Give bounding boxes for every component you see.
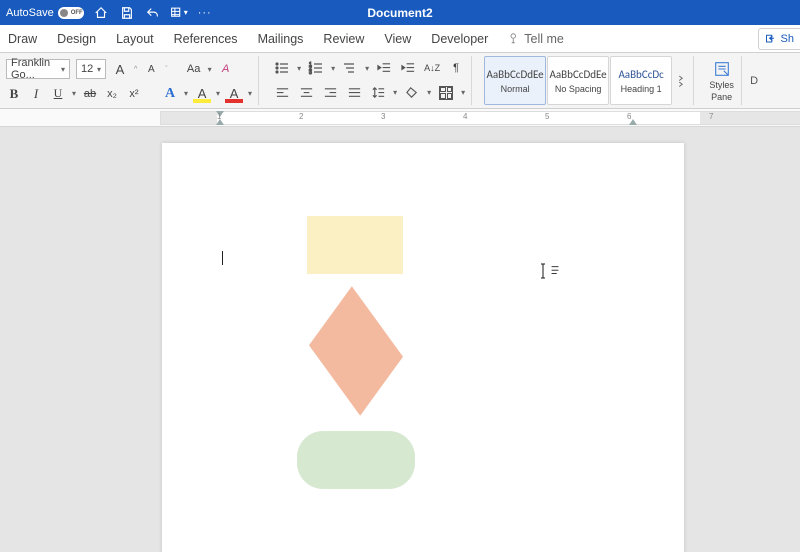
font-name-value: Franklin Go... [11,57,61,81]
font-name-combo[interactable]: Franklin Go...▾ [6,59,70,79]
svg-text:3: 3 [309,70,312,75]
titlebar: AutoSave OFF ▾ ··· Document2 [0,0,800,25]
style-preview: AaBbCcDdEe [487,68,544,81]
font-size-value: 12 [81,63,93,75]
numbering-icon[interactable]: 123 [307,60,325,76]
style-name: No Spacing [555,84,602,94]
ruler-tick: 7 [709,112,713,121]
ruler-tick: 2 [299,112,303,121]
text-caret [222,251,223,265]
style-heading1[interactable]: AaBbCcDc Heading 1 [610,56,672,105]
indent-decrease-icon[interactable] [375,60,393,76]
font-size-combo[interactable]: 12▾ [76,59,106,79]
sort-icon[interactable]: A↓Z [423,60,441,76]
ruler-tick: 1 [217,112,221,121]
ribbon-tabs: Draw Design Layout References Mailings R… [0,25,800,53]
undo-icon[interactable] [144,4,162,22]
horizontal-ruler[interactable]: 1 2 3 4 5 6 7 [0,109,800,127]
tab-developer[interactable]: Developer [431,32,488,46]
style-name: Normal [501,84,530,94]
strike-button[interactable]: ab [82,86,98,102]
styles-gallery: AaBbCcDdEe Normal AaBbCcDdEe No Spacing … [480,56,694,105]
tab-layout[interactable]: Layout [116,32,154,46]
ruler-tick: 5 [545,112,549,121]
page[interactable] [162,143,684,552]
bullets-icon[interactable] [273,60,291,76]
tab-mailings[interactable]: Mailings [258,32,304,46]
style-preview: AaBbCcDc [618,68,663,81]
tell-me-label: Tell me [524,32,564,46]
autosave-toggle[interactable]: AutoSave OFF [6,7,84,19]
borders-icon[interactable] [437,85,455,101]
text-effects-icon[interactable]: A [162,86,178,102]
tab-review[interactable]: Review [323,32,364,46]
justify-icon[interactable] [345,85,363,101]
ruler-tick: 4 [463,112,467,121]
line-spacing-icon[interactable] [369,85,387,101]
shading-icon[interactable] [403,85,421,101]
align-right-icon[interactable] [321,85,339,101]
shape-diamond[interactable] [309,286,403,415]
styles-pane-label1: Styles [709,80,734,90]
table-quick-icon[interactable]: ▾ [170,4,188,22]
font-group: Franklin Go...▾ 12▾ A^ Aˇ Aa▾ A B I U▾ a… [0,56,259,105]
toggle-state: OFF [71,10,83,16]
tab-view[interactable]: View [384,32,411,46]
qat-overflow-icon[interactable]: ··· [196,4,214,22]
save-icon[interactable] [118,4,136,22]
subscript-button[interactable]: x₂ [104,86,120,102]
underline-button[interactable]: U [50,86,66,102]
align-left-icon[interactable] [273,85,291,101]
tab-draw[interactable]: Draw [8,32,37,46]
ribbon: Franklin Go...▾ 12▾ A^ Aˇ Aa▾ A B I U▾ a… [0,53,800,109]
highlight-icon[interactable]: A [194,86,210,102]
clear-format-icon[interactable]: A [218,61,234,77]
tab-design[interactable]: Design [57,32,96,46]
align-center-icon[interactable] [297,85,315,101]
style-normal[interactable]: AaBbCcDdEe Normal [484,56,546,105]
superscript-button[interactable]: x² [126,86,142,102]
toggle-switch[interactable]: OFF [58,7,84,19]
ruler-tick: 3 [381,112,385,121]
style-no-spacing[interactable]: AaBbCcDdEe No Spacing [547,56,609,105]
share-button[interactable]: Sh [758,28,800,50]
pilcrow-icon[interactable]: ¶ [447,60,465,76]
styles-more-icon[interactable] [673,73,689,89]
tab-references[interactable]: References [174,32,238,46]
home-icon[interactable] [92,4,110,22]
ribbon-overflow: D [750,56,758,105]
increase-font-icon[interactable]: A [112,61,128,77]
paragraph-group: ▾ 123▾ ▾ A↓Z ¶ ▾ ▾ ▾ [267,56,472,105]
decrease-font-icon[interactable]: A [143,61,159,77]
style-name: Heading 1 [621,84,662,94]
styles-pane-button[interactable]: Styles Pane [702,56,742,105]
shape-rounded-rect[interactable] [297,431,415,489]
italic-button[interactable]: I [28,86,44,102]
paragraph-cursor-icon [538,263,560,279]
tell-me-search[interactable]: Tell me [508,32,564,46]
shape-rectangle[interactable] [307,216,403,274]
styles-pane-label2: Pane [711,92,732,102]
ruler-tick: 6 [627,112,631,121]
multilevel-icon[interactable] [341,60,359,76]
autosave-label: AutoSave [6,7,54,19]
font-color-icon[interactable]: A [226,86,242,102]
change-case-icon[interactable]: Aa [186,61,202,77]
style-preview: AaBbCcDdEe [550,68,607,81]
share-label: Sh [781,33,794,45]
bold-button[interactable]: B [6,86,22,102]
indent-increase-icon[interactable] [399,60,417,76]
document-canvas[interactable] [0,127,800,552]
